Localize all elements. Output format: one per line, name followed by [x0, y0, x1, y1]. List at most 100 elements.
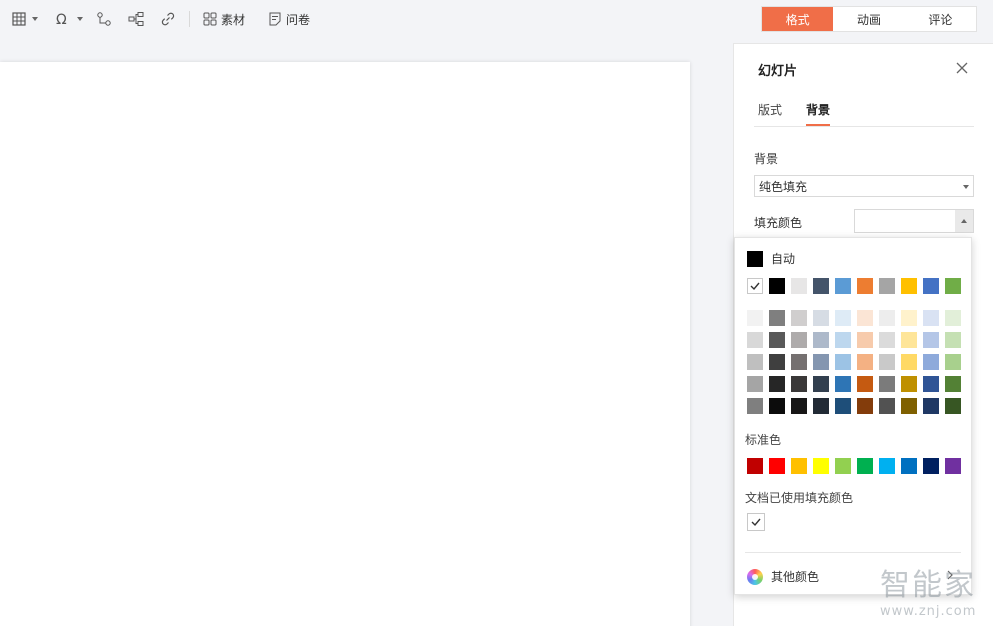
shade-color-swatch[interactable] [791, 398, 807, 414]
slide-canvas[interactable] [0, 62, 690, 626]
shade-color-swatch[interactable] [813, 310, 829, 326]
link-button[interactable] [160, 10, 176, 28]
theme-color-swatch[interactable] [813, 278, 829, 294]
fill-color-picker[interactable] [854, 209, 974, 233]
theme-color-swatch[interactable] [945, 278, 961, 294]
shade-color-swatch[interactable] [791, 354, 807, 370]
shade-color-swatch[interactable] [923, 398, 939, 414]
background-label: 背景 [754, 152, 779, 166]
standard-color-swatch[interactable] [769, 458, 785, 474]
theme-color-swatch[interactable] [835, 278, 851, 294]
assets-label: 素材 [221, 12, 246, 27]
theme-color-swatch[interactable] [857, 278, 873, 294]
shade-color-swatch[interactable] [945, 332, 961, 348]
shade-color-swatch[interactable] [923, 376, 939, 392]
close-icon[interactable] [955, 61, 969, 75]
tab-layout[interactable]: 版式 [758, 101, 782, 124]
shade-color-swatch[interactable] [769, 398, 785, 414]
standard-color-swatch[interactable] [923, 458, 939, 474]
survey-button[interactable]: 问卷 [268, 10, 310, 28]
shade-color-swatch[interactable] [835, 398, 851, 414]
shade-color-swatch[interactable] [857, 310, 873, 326]
shade-color-swatch[interactable] [769, 310, 785, 326]
used-color-swatch[interactable] [747, 513, 765, 531]
tab-background[interactable]: 背景 [806, 101, 831, 126]
shade-color-swatch[interactable] [813, 354, 829, 370]
shade-color-swatch[interactable] [945, 398, 961, 414]
more-colors-option[interactable]: 其他颜色 [747, 568, 819, 585]
mindmap-button[interactable] [128, 10, 144, 28]
check-icon [751, 518, 761, 527]
shade-color-swatch[interactable] [857, 376, 873, 392]
survey-label: 问卷 [286, 12, 311, 27]
shade-color-swatch[interactable] [879, 376, 895, 392]
shade-color-swatch[interactable] [813, 376, 829, 392]
theme-color-swatch[interactable] [901, 278, 917, 294]
divider [745, 552, 961, 553]
shade-color-swatch[interactable] [769, 354, 785, 370]
shade-color-swatch[interactable] [879, 354, 895, 370]
fill-type-value: 纯色填充 [759, 179, 808, 194]
shade-color-swatch[interactable] [835, 354, 851, 370]
mode-tabs: 格式 动画 评论 [761, 6, 977, 32]
assets-button[interactable]: 素材 [203, 10, 245, 28]
theme-color-swatch[interactable] [769, 278, 785, 294]
symbol-button[interactable]: Ω [55, 10, 83, 28]
shade-color-swatch[interactable] [901, 398, 917, 414]
shade-color-swatch[interactable] [791, 310, 807, 326]
shade-color-swatch[interactable] [813, 332, 829, 348]
standard-color-swatch[interactable] [857, 458, 873, 474]
shade-color-swatch[interactable] [857, 354, 873, 370]
shade-color-swatch[interactable] [901, 376, 917, 392]
panel-title: 幻灯片 [758, 64, 798, 79]
color-dropdown-toggle[interactable] [955, 210, 973, 232]
shade-color-swatch[interactable] [747, 398, 763, 414]
tab-animation[interactable]: 动画 [833, 7, 904, 31]
shade-color-swatch[interactable] [747, 354, 763, 370]
connector-button[interactable] [96, 10, 112, 28]
table-button[interactable] [12, 10, 38, 28]
shade-color-swatch[interactable] [769, 332, 785, 348]
shade-color-swatch[interactable] [769, 376, 785, 392]
shade-color-swatch[interactable] [857, 398, 873, 414]
shade-color-swatch[interactable] [945, 354, 961, 370]
standard-color-swatch[interactable] [879, 458, 895, 474]
shade-color-swatch[interactable] [923, 332, 939, 348]
shade-color-swatch[interactable] [835, 310, 851, 326]
auto-color-option[interactable]: 自动 [747, 250, 795, 267]
check-icon [750, 282, 760, 291]
shade-color-swatch[interactable] [747, 332, 763, 348]
shade-color-swatch[interactable] [879, 398, 895, 414]
shade-color-swatch[interactable] [901, 310, 917, 326]
theme-color-swatch[interactable] [747, 278, 763, 294]
standard-color-swatch[interactable] [791, 458, 807, 474]
tab-comments[interactable]: 评论 [905, 7, 976, 31]
theme-shade-grid [747, 310, 961, 414]
shade-color-swatch[interactable] [879, 332, 895, 348]
fill-type-select[interactable]: 纯色填充 [754, 175, 974, 197]
shade-color-swatch[interactable] [901, 332, 917, 348]
shade-color-swatch[interactable] [901, 354, 917, 370]
standard-color-swatch[interactable] [901, 458, 917, 474]
shade-color-swatch[interactable] [813, 398, 829, 414]
shade-color-swatch[interactable] [835, 376, 851, 392]
standard-color-swatch[interactable] [835, 458, 851, 474]
shade-color-swatch[interactable] [791, 332, 807, 348]
shade-color-swatch[interactable] [945, 310, 961, 326]
shade-color-swatch[interactable] [945, 376, 961, 392]
tab-format[interactable]: 格式 [762, 7, 834, 31]
theme-color-swatch[interactable] [923, 278, 939, 294]
standard-color-swatch[interactable] [945, 458, 961, 474]
shade-color-swatch[interactable] [835, 332, 851, 348]
standard-color-swatch[interactable] [747, 458, 763, 474]
shade-color-swatch[interactable] [879, 310, 895, 326]
shade-color-swatch[interactable] [747, 376, 763, 392]
standard-color-swatch[interactable] [813, 458, 829, 474]
shade-color-swatch[interactable] [923, 310, 939, 326]
theme-color-swatch[interactable] [879, 278, 895, 294]
shade-color-swatch[interactable] [747, 310, 763, 326]
shade-color-swatch[interactable] [857, 332, 873, 348]
theme-color-swatch[interactable] [791, 278, 807, 294]
shade-color-swatch[interactable] [923, 354, 939, 370]
shade-color-swatch[interactable] [791, 376, 807, 392]
